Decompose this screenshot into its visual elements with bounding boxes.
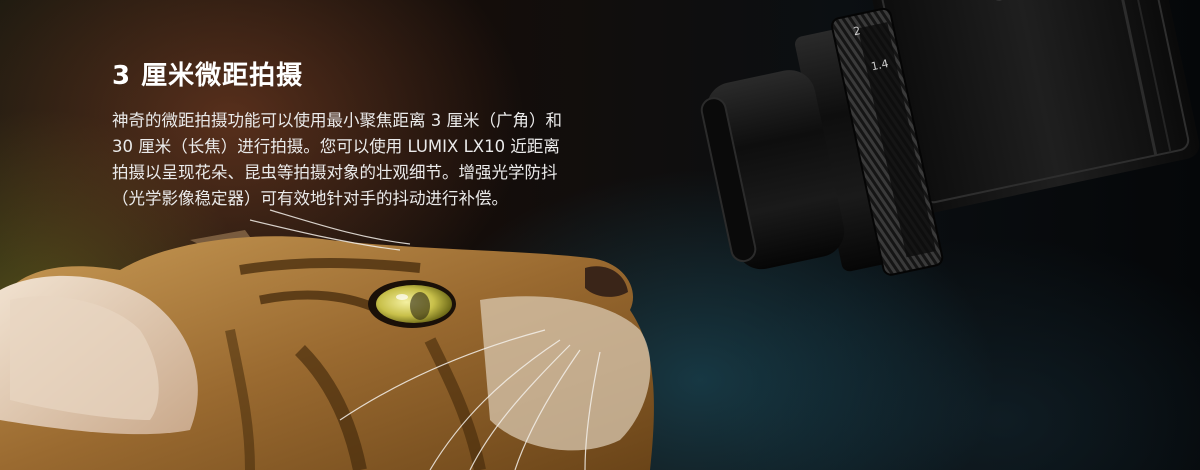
cat-illustration	[0, 209, 654, 470]
feature-text-block: 3 厘米微距拍摄 神奇的微距拍摄功能可以使用最小聚焦距离 3 厘米（广角）和 3…	[112, 58, 672, 212]
feature-title: 3 厘米微距拍摄	[112, 61, 304, 91]
cat-eye	[368, 280, 456, 328]
camera-illustration: 2 1.4	[700, 0, 1200, 276]
feature-body-line: 神奇的微距拍摄功能可以使用最小聚焦距离 3 厘米（广角）和	[112, 111, 562, 130]
feature-body-line: （光学影像稳定器）可有效地针对手的抖动进行补偿。	[112, 189, 508, 208]
feature-body-line: 拍摄以呈现花朵、昆虫等拍摄对象的壮观细节。增强光学防抖	[112, 163, 558, 182]
feature-body-line: 30 厘米（长焦）进行拍摄。您可以使用 LUMIX LX10 近距离	[112, 137, 560, 156]
feature-banner: 2 1.4 3 厘米微距拍摄 神奇的微距拍摄功能可以使用最小聚焦距离 3 厘米（…	[0, 0, 1200, 470]
